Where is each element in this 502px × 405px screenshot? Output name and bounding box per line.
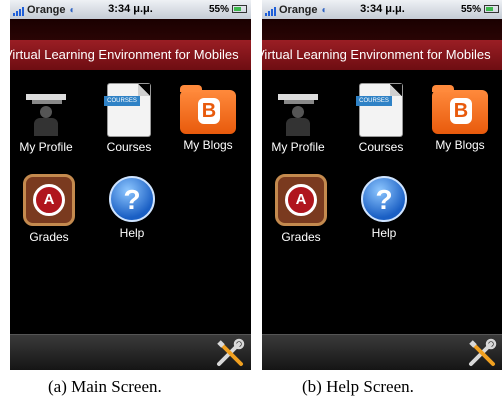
app-title: Virtual Learning Environment for Mobiles [10,47,239,62]
profile-icon [20,84,72,136]
menu-item-help[interactable]: ? Help [349,174,419,240]
menu-label: Help [371,226,397,240]
blogger-icon: B [180,85,236,134]
bottom-toolbar [10,334,251,370]
battery-icon [484,5,499,14]
grades-icon: A [23,174,75,226]
courses-icon: COURSES [104,84,150,136]
menu-item-my-profile[interactable]: My Profile [263,84,333,154]
grades-icon: A [275,174,327,226]
menu-item-my-blogs[interactable]: B My Blogs [173,84,243,152]
battery-percent: 55% [208,4,229,15]
figure-caption-b: (b) Help Screen. [302,377,414,396]
bottom-toolbar [262,334,502,370]
battery-area: 55% [461,4,499,15]
grades-letter: A [285,184,317,216]
menu-label: Grades [281,230,321,244]
menu-label: Courses [358,140,404,154]
nav-bar [10,19,251,40]
menu-item-courses[interactable]: COURSES Courses [94,84,164,154]
help-mark: ? [375,184,393,215]
menu-item-my-profile[interactable]: My Profile [11,84,81,154]
menu-label: Help [119,226,145,240]
menu-label: Courses [106,140,152,154]
phone-screen-help: Orange ◐ 3:34 μ.μ. 55% Virtual Learning E… [262,0,502,370]
menu-label: My Blogs [435,138,485,152]
status-bar: Orange ◐ 3:34 μ.μ. 55% [262,0,502,19]
grades-letter: A [33,184,65,216]
blog-letter: B [450,98,472,124]
courses-tag: COURSES [104,96,140,106]
menu-label: My Profile [271,140,325,154]
figure-caption-a: (a) Main Screen. [48,377,162,396]
tools-settings-icon[interactable] [467,338,497,368]
profile-icon [272,84,324,136]
menu-label: My Blogs [183,138,233,152]
menu-item-grades[interactable]: A Grades [266,174,336,244]
app-title: Virtual Learning Environment for Mobiles [262,47,491,62]
menu-item-courses[interactable]: COURSES Courses [346,84,416,154]
blogger-icon: B [432,85,488,134]
blog-letter: B [198,98,220,124]
menu-label: My Profile [19,140,73,154]
courses-icon: COURSES [356,84,402,136]
help-icon: ? [109,176,155,222]
battery-percent: 55% [460,4,481,15]
help-icon: ? [361,176,407,222]
phone-screen-main: Orange ◐ 3:34 μ.μ. 55% Virtual Learning E… [10,0,251,370]
menu-label: Grades [29,230,69,244]
nav-bar [262,19,502,40]
app-title-bar: Virtual Learning Environment for Mobiles [262,40,502,70]
tools-settings-icon[interactable] [215,338,245,368]
courses-tag: COURSES [356,96,392,106]
menu-item-my-blogs[interactable]: B My Blogs [425,84,495,152]
menu-item-help[interactable]: ? Help [97,174,167,240]
menu-item-grades[interactable]: A Grades [14,174,84,244]
battery-area: 55% [209,4,247,15]
status-bar: Orange ◐ 3:34 μ.μ. 55% [10,0,251,19]
help-mark: ? [123,184,141,215]
app-title-bar: Virtual Learning Environment for Mobiles [10,40,251,70]
battery-icon [232,5,247,14]
